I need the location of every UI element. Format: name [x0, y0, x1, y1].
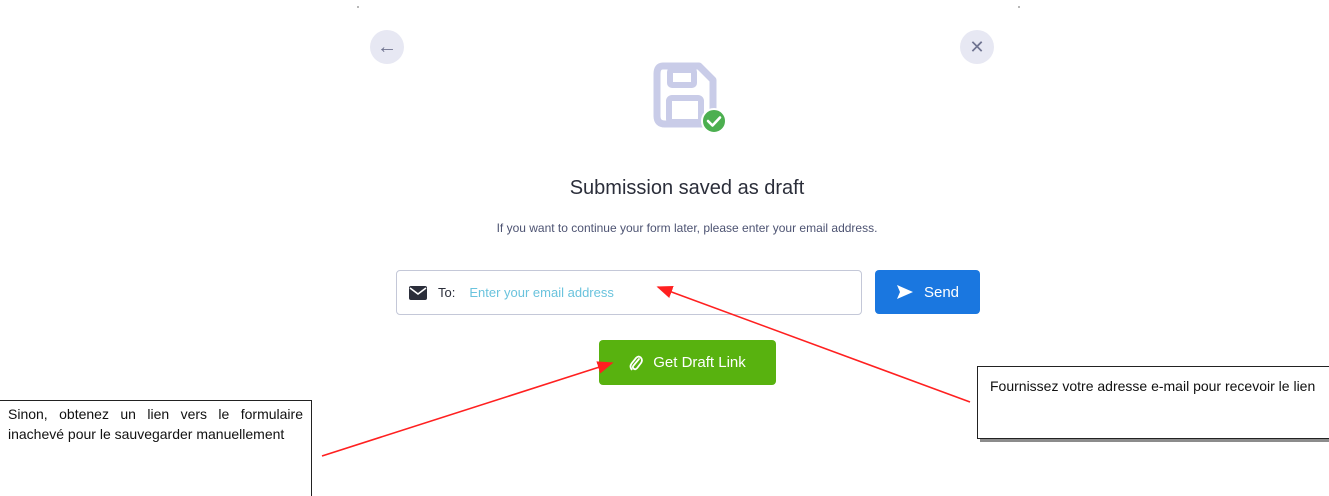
annotation-arrow-left: [321, 361, 614, 457]
floppy-disk-saved-icon: [653, 62, 727, 134]
page-title: Submission saved as draft: [569, 177, 805, 199]
paperclip-icon: [629, 355, 644, 370]
page-subtitle: If you want to continue your form later,…: [496, 221, 878, 235]
close-icon: ✕: [969, 37, 985, 57]
email-field[interactable]: To:: [396, 270, 862, 315]
send-button[interactable]: Send: [875, 270, 980, 314]
get-draft-link-label: Get Draft Link: [653, 354, 746, 371]
arrow-left-icon: ←: [377, 36, 397, 58]
paper-plane-icon: [896, 285, 913, 299]
email-input[interactable]: [467, 284, 861, 301]
send-button-label: Send: [923, 283, 960, 301]
envelope-icon: [409, 285, 427, 300]
corner-dot: [1018, 6, 1020, 8]
corner-dot: [357, 6, 359, 8]
annotation-note-left: Sinon, obtenez un lien vers le formulair…: [0, 400, 312, 496]
to-label: To:: [438, 285, 456, 300]
close-button[interactable]: ✕: [960, 30, 994, 64]
get-draft-link-button[interactable]: Get Draft Link: [599, 340, 776, 385]
annotation-note-right: Fournissez votre adresse e-mail pour rec…: [977, 366, 1329, 439]
back-button[interactable]: ←: [370, 30, 404, 64]
